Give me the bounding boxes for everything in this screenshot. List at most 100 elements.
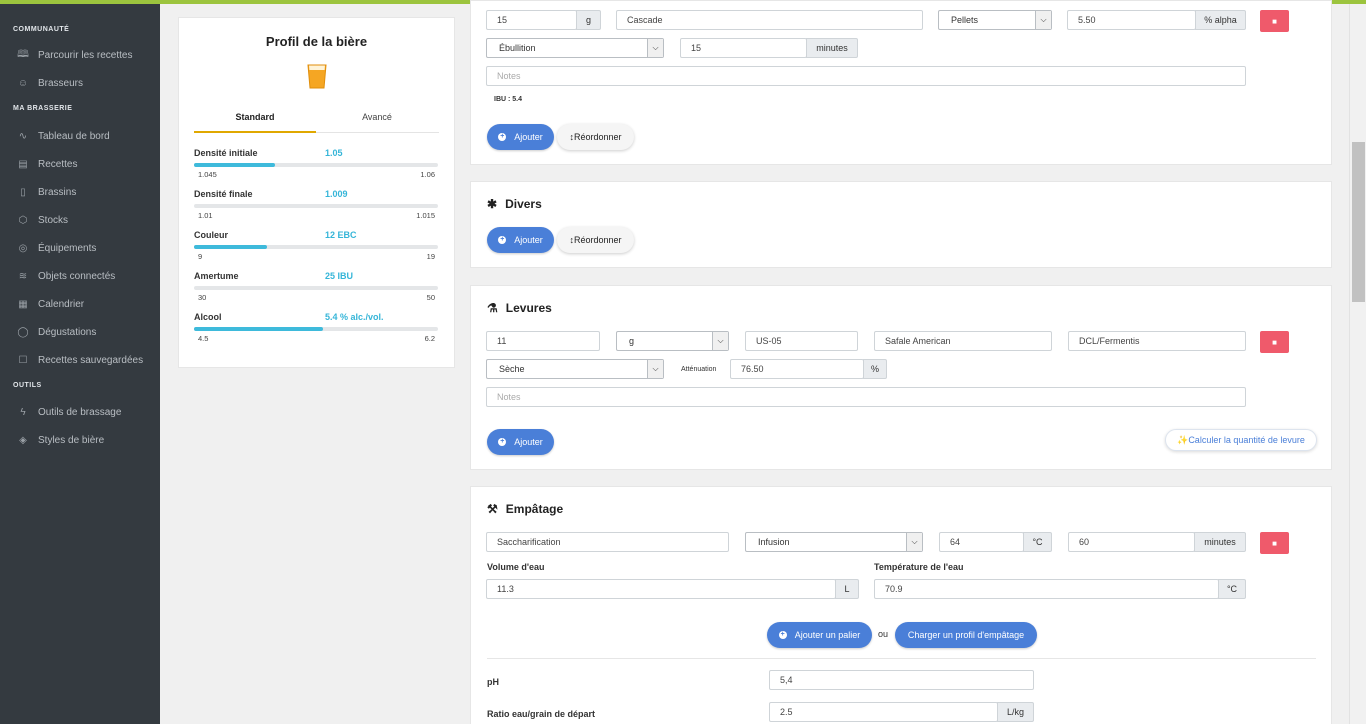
water-grain-ratio-input[interactable]: 2.5 [769,702,998,722]
calculate-yeast-button[interactable]: ✨ Calculer la quantité de levure [1165,429,1317,451]
misc-card: ✱ Divers + Ajouter ↕ Réordonner [470,181,1332,268]
sidebar-item-label: Brasseurs [38,77,84,89]
sidebar-item-dashboard[interactable]: ∿ Tableau de bord [0,126,160,146]
sidebar-item-calendar[interactable]: ▦ Calendrier [0,294,160,314]
profile-row-max: 6.2 [424,334,435,343]
hop-amount-input[interactable]: 15 [486,10,577,30]
reorder-misc-label: Réordonner [573,235,622,245]
mash-step-type-select[interactable]: Infusion ⌵ [745,532,923,552]
water-temp-addon: °C [1218,579,1246,599]
mash-temp-input[interactable]: 64 [939,532,1024,552]
sidebar-item-stocks[interactable]: ⬡ Stocks [0,210,160,230]
page-scrollbar[interactable] [1349,4,1366,724]
tab-advanced[interactable]: Avancé [316,112,438,122]
hop-alpha-input[interactable]: 5.50 [1067,10,1196,30]
add-mash-step-button[interactable]: + Ajouter un palier [767,622,872,648]
hop-use-value: Ébullition [499,43,536,53]
sidebar-item-beer-styles[interactable]: ◈ Styles de bière [0,430,160,450]
sidebar-item-label: Stocks [38,214,69,226]
plus-icon: + [498,133,507,141]
hop-form-select[interactable]: Pellets ⌵ [938,10,1052,30]
sidebar-item-brewing-tools[interactable]: ϟ Outils de brassage [0,402,160,422]
yeast-code-input[interactable]: US-05 [745,331,858,351]
chevron-down-icon: ⌵ [647,360,663,378]
profile-row-min: 30 [198,293,207,302]
water-volume-input[interactable]: 11.3 [486,579,836,599]
yeast-title-text: Levures [505,301,552,315]
sidebar-item-label: Équipements [38,242,97,254]
hops-card: 15 g Cascade Pellets ⌵ 5.50 % alpha ■ Ébu… [470,0,1332,165]
hop-notes-input[interactable]: Notes [486,66,1246,86]
water-temp-input[interactable]: 70.9 [874,579,1219,599]
reorder-hops-button[interactable]: ↕ Réordonner [557,124,634,150]
profile-row-bar [194,163,438,167]
sidebar-item-tastings[interactable]: ◯ Dégustations [0,322,160,342]
profile-row-value: 1.05 [325,148,343,158]
profile-row-min: 1.045 [198,170,217,179]
sidebar-section-community: COMMUNAUTÉ [13,26,70,33]
profile-row-bar [194,286,438,290]
add-yeast-button[interactable]: + Ajouter [487,429,554,455]
yeast-name-input[interactable]: Safale American [874,331,1052,351]
sidebar-item-brewers[interactable]: ☺ Brasseurs [0,73,160,93]
tab-standard[interactable]: Standard [194,112,316,133]
yeast-unit-select[interactable]: g ⌵ [616,331,729,351]
add-misc-button[interactable]: + Ajouter [487,227,554,253]
profile-row-label: Alcool [194,312,222,322]
mash-temp-addon: °C [1023,532,1052,552]
profile-row-min: 4.5 [198,334,209,343]
misc-title: ✱ Divers [487,197,542,211]
mash-title: ⚒ Empâtage [487,502,563,516]
sidebar-item-saved-recipes[interactable]: ☐ Recettes sauvegardées [0,350,160,370]
sidebar-item-label: Tableau de bord [38,130,110,142]
load-mash-profile-button[interactable]: Charger un profil d'empâtage [895,622,1037,648]
sidebar-item-brews[interactable]: ▯ Brassins [0,182,160,202]
mash-step-name-input[interactable]: Saccharification [486,532,729,552]
hop-time-input[interactable]: 15 [680,38,807,58]
water-temp-label: Température de l'eau [874,562,964,572]
profile-row-value: 12 EBC [325,230,357,240]
scrollbar-thumb[interactable] [1352,142,1365,302]
sidebar-item-connected-devices[interactable]: ≋ Objets connectés [0,266,160,286]
sidebar-item-browse-recipes[interactable]: 🕮︎ Parcourir les recettes [0,45,160,65]
sidebar-item-recipes[interactable]: ▤ Recettes [0,154,160,174]
wifi-icon: ≋ [18,270,28,282]
profile-tabs: Standard Avancé [194,112,439,133]
profile-row-value: 5.4 % alc./vol. [325,312,384,322]
mash-time-input[interactable]: 60 [1068,532,1195,552]
bookmark-icon: ☐ [18,354,28,366]
file-icon: ▤ [18,158,28,170]
profile-row-max: 1.015 [416,211,435,220]
add-hop-button[interactable]: + Ajouter [487,124,554,150]
water-volume-addon: L [835,579,859,599]
ph-input[interactable]: 5,4 [769,670,1034,690]
profile-row-bar [194,204,438,208]
sidebar-item-equipment[interactable]: ◎ Équipements [0,238,160,258]
attenuation-input[interactable]: 76.50 [730,359,864,379]
yeast-lab-input[interactable]: DCL/Fermentis [1068,331,1246,351]
compass-icon: ◎ [18,242,28,254]
sidebar-item-label: Styles de bière [38,434,105,446]
yeast-type-select[interactable]: Sèche ⌵ [486,359,664,379]
profile-row-max: 19 [426,252,435,261]
hop-name-input[interactable]: Cascade [616,10,923,30]
delete-yeast-button[interactable]: ■ [1260,331,1289,353]
yeast-unit-value: g [629,336,635,346]
activity-icon: ∿ [18,130,28,142]
yeast-notes-input[interactable]: Notes [486,387,1246,407]
hop-use-select[interactable]: Ébullition ⌵ [486,38,664,58]
reorder-misc-button[interactable]: ↕ Réordonner [557,227,634,253]
water-volume-label: Volume d'eau [487,562,545,572]
profile-row-value: 25 IBU [325,271,354,281]
delete-mash-step-button[interactable]: ■ [1260,532,1289,554]
profile-row-label: Couleur [194,230,229,240]
add-yeast-label: Ajouter [514,437,543,447]
attenuation-addon: % [863,359,887,379]
delete-hop-button[interactable]: ■ [1260,10,1289,32]
mash-step-type-value: Infusion [758,537,790,547]
profile-row-label: Amertume [194,271,239,281]
plus-icon: + [498,438,507,446]
book-icon: 🕮︎ [17,48,29,60]
yeast-amount-input[interactable]: 11 [486,331,600,351]
sidebar-item-label: Brassins [38,186,77,198]
